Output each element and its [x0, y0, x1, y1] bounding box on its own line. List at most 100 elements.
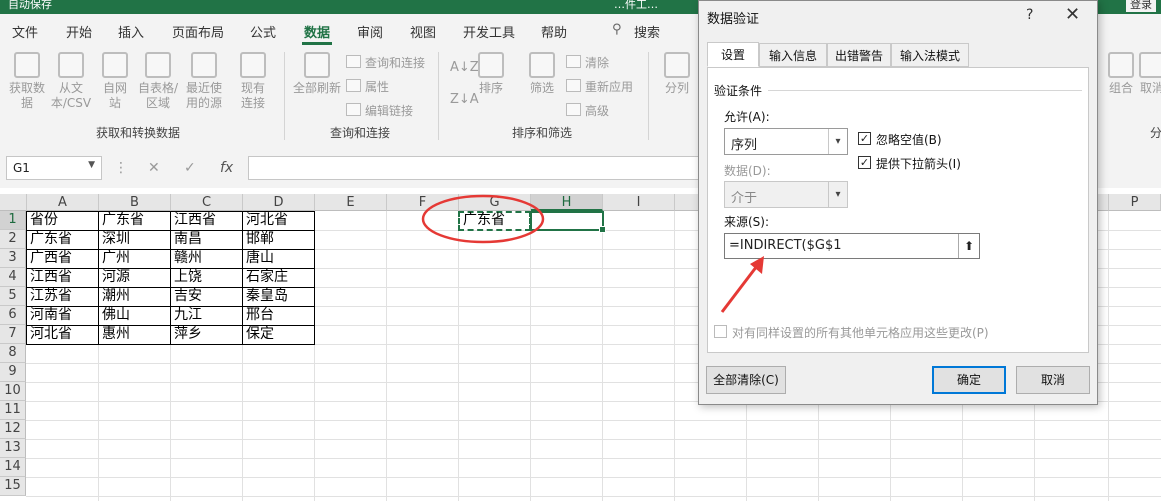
- tab-input-message[interactable]: 输入信息: [759, 43, 827, 67]
- clear-all-button[interactable]: 全部清除(C): [706, 366, 786, 394]
- cell-C5[interactable]: 吉安: [171, 287, 202, 306]
- row-header[interactable]: 10: [0, 382, 26, 401]
- row-header[interactable]: 13: [0, 439, 26, 458]
- row-header[interactable]: 15: [0, 477, 26, 496]
- row-header[interactable]: 6: [0, 306, 26, 325]
- filter-button[interactable]: 筛选: [524, 52, 560, 96]
- cell-B5[interactable]: 潮州: [99, 287, 130, 306]
- fill-handle[interactable]: [599, 226, 606, 233]
- cell-D2[interactable]: 邯郸: [243, 230, 274, 249]
- cell-A1[interactable]: 省份: [27, 211, 58, 230]
- cell-A2[interactable]: 广东省: [27, 230, 72, 249]
- name-box[interactable]: G1 ▼: [6, 156, 102, 180]
- search-icon[interactable]: ⚲: [612, 22, 622, 37]
- refresh-all-button[interactable]: 全部刷新: [290, 52, 344, 96]
- cell-B3[interactable]: 广州: [99, 249, 130, 268]
- select-all-corner[interactable]: [0, 194, 27, 211]
- tab-ime-mode[interactable]: 输入法模式: [891, 43, 969, 67]
- cell-A7[interactable]: 河北省: [27, 325, 72, 344]
- clear-button[interactable]: 清除: [566, 54, 609, 71]
- row-header[interactable]: 4: [0, 268, 26, 287]
- advanced-button[interactable]: 高级: [566, 102, 609, 119]
- text-to-columns-button[interactable]: 分列: [660, 52, 694, 96]
- cell-B6[interactable]: 佛山: [99, 306, 130, 325]
- column-header-P[interactable]: P: [1109, 194, 1161, 211]
- enter-icon[interactable]: ✓: [184, 160, 196, 176]
- menu-file[interactable]: 文件: [12, 22, 38, 41]
- sort-button[interactable]: 排序: [474, 52, 508, 96]
- row-header[interactable]: 12: [0, 420, 26, 439]
- row-header[interactable]: 9: [0, 363, 26, 382]
- reapply-button[interactable]: 重新应用: [566, 78, 633, 95]
- cell-D5[interactable]: 秦皇岛: [243, 287, 288, 306]
- tab-error-alert[interactable]: 出错警告: [827, 43, 891, 67]
- cell-D4[interactable]: 石家庄: [243, 268, 288, 287]
- cell-A6[interactable]: 河南省: [27, 306, 72, 325]
- help-icon[interactable]: ?: [1026, 7, 1033, 23]
- in-cell-dropdown-checkbox[interactable]: ✓: [858, 156, 871, 169]
- ungroup-button[interactable]: 取消: [1138, 52, 1161, 96]
- from-csv-button[interactable]: 从文本/CSV: [50, 52, 92, 111]
- cancel-button[interactable]: 取消: [1016, 366, 1090, 394]
- cell-B2[interactable]: 深圳: [99, 230, 130, 249]
- recent-sources-button[interactable]: 最近使用的源: [182, 52, 226, 111]
- cell-C6[interactable]: 九江: [171, 306, 202, 325]
- column-header-J[interactable]: [675, 194, 699, 211]
- row-header[interactable]: 3: [0, 249, 26, 268]
- row-header[interactable]: 5: [0, 287, 26, 306]
- menu-view[interactable]: 视图: [410, 22, 436, 41]
- row-header[interactable]: 11: [0, 401, 26, 420]
- cell-A3[interactable]: 广西省: [27, 249, 72, 268]
- cell-A4[interactable]: 江西省: [27, 268, 72, 287]
- queries-connections-button[interactable]: 查询和连接: [346, 54, 425, 71]
- cell-C2[interactable]: 南昌: [171, 230, 202, 249]
- ok-button[interactable]: 确定: [932, 366, 1006, 394]
- row-header[interactable]: 1: [0, 211, 26, 230]
- row-header[interactable]: 7: [0, 325, 26, 344]
- menu-data[interactable]: 数据: [304, 22, 330, 41]
- get-data-button[interactable]: 获取数据: [6, 52, 48, 111]
- login-button[interactable]: 登录: [1126, 0, 1156, 12]
- from-table-button[interactable]: 自表格/区域: [136, 52, 180, 111]
- menu-insert[interactable]: 插入: [118, 22, 144, 41]
- column-header-D[interactable]: D: [243, 194, 315, 211]
- menu-help[interactable]: 帮助: [541, 22, 567, 41]
- column-header-C[interactable]: C: [171, 194, 243, 211]
- cell-B4[interactable]: 河源: [99, 268, 130, 287]
- close-icon[interactable]: ✕: [1065, 4, 1080, 25]
- cell-A5[interactable]: 江苏省: [27, 287, 72, 306]
- column-header-B[interactable]: B: [99, 194, 171, 211]
- ignore-blank-checkbox[interactable]: ✓: [858, 132, 871, 145]
- row-header[interactable]: 2: [0, 230, 26, 249]
- cell-B7[interactable]: 惠州: [99, 325, 130, 344]
- chevron-down-icon[interactable]: ▼: [88, 160, 95, 170]
- row-header[interactable]: 14: [0, 458, 26, 477]
- row-header[interactable]: 8: [0, 344, 26, 363]
- cell-D3[interactable]: 唐山: [243, 249, 274, 268]
- cell-D7[interactable]: 保定: [243, 325, 274, 344]
- collapse-dialog-icon[interactable]: ⬆: [958, 234, 979, 258]
- menu-home[interactable]: 开始: [66, 22, 92, 41]
- cell-C7[interactable]: 萍乡: [171, 325, 202, 344]
- cell-D6[interactable]: 邢台: [243, 306, 274, 325]
- column-header-E[interactable]: E: [315, 194, 387, 211]
- column-header-A[interactable]: A: [27, 194, 99, 211]
- group-button[interactable]: 组合: [1104, 52, 1138, 96]
- menu-developer[interactable]: 开发工具: [463, 22, 515, 41]
- menu-review[interactable]: 审阅: [357, 22, 383, 41]
- column-header-I[interactable]: I: [603, 194, 675, 211]
- menu-page-layout[interactable]: 页面布局: [172, 22, 224, 41]
- cancel-icon[interactable]: ✕: [148, 160, 160, 176]
- allow-select[interactable]: 序列 ▾: [724, 128, 848, 155]
- from-web-button[interactable]: 自网站: [98, 52, 132, 111]
- existing-connections-button[interactable]: 现有连接: [236, 52, 270, 111]
- insert-function-icon[interactable]: fx: [220, 160, 233, 176]
- cell-C1[interactable]: 江西省: [171, 211, 216, 230]
- cell-C4[interactable]: 上饶: [171, 268, 202, 287]
- tab-settings[interactable]: 设置: [707, 42, 759, 67]
- chevron-down-icon[interactable]: ▾: [828, 129, 847, 154]
- properties-button[interactable]: 属性: [346, 78, 389, 95]
- formula-input[interactable]: [248, 156, 708, 180]
- column-header-O[interactable]: [1097, 194, 1109, 211]
- search-label[interactable]: 搜索: [634, 22, 660, 41]
